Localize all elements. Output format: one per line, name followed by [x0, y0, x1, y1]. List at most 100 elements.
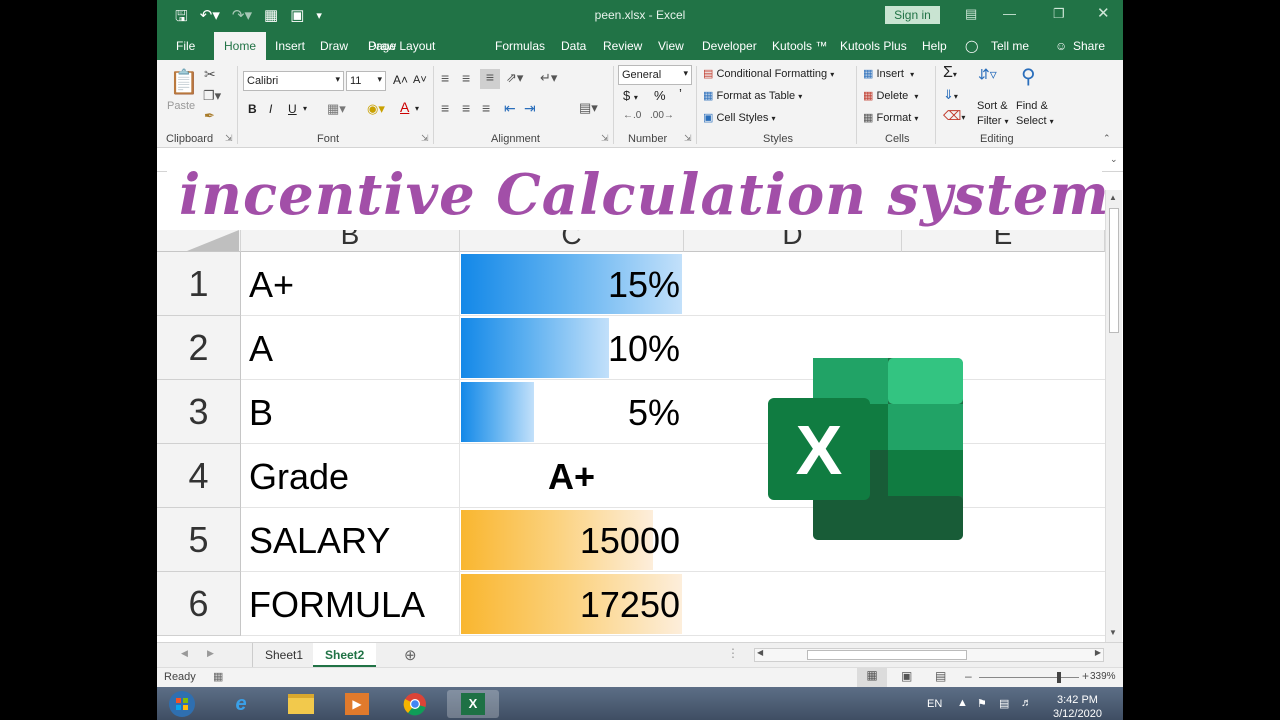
cell-label[interactable]: Grade [249, 456, 349, 498]
alignment-launcher-icon[interactable]: ⇲ [601, 133, 609, 144]
conditional-formatting-button[interactable]: ▤ Conditional Formatting ▾ [703, 67, 834, 80]
grade-result-value[interactable]: A+ [461, 456, 682, 498]
decrease-decimal-icon[interactable]: .00→ [650, 110, 674, 121]
chrome-icon[interactable] [389, 690, 441, 718]
tab-page-layout[interactable]: Page Layout [368, 39, 435, 53]
align-top-icon[interactable]: ≡ [441, 70, 449, 86]
row-header[interactable]: 4 [157, 444, 241, 508]
scroll-down-icon[interactable]: ▼ [1109, 628, 1117, 637]
sort-filter-button[interactable]: Sort & [977, 100, 1008, 112]
chevron-down-icon[interactable]: ▾ [415, 104, 419, 113]
find-select-button[interactable]: Find & [1016, 100, 1048, 112]
media-player-icon[interactable]: ▶ [331, 690, 383, 718]
file-explorer-icon[interactable] [275, 690, 327, 718]
row-header[interactable]: 6 [157, 572, 241, 636]
fill-icon[interactable]: ⇓▾ [943, 87, 958, 103]
row-header[interactable]: 1 [157, 252, 241, 316]
align-left-icon[interactable]: ≡ [441, 100, 449, 116]
sort-filter-icon[interactable]: ⇵▿ [978, 66, 997, 83]
network-icon[interactable]: ▤ [999, 697, 1009, 710]
font-launcher-icon[interactable]: ⇲ [421, 133, 429, 144]
next-sheet-icon[interactable]: ▶ [207, 648, 214, 659]
underline-button[interactable]: U [288, 102, 297, 116]
prev-sheet-icon[interactable]: ◀ [181, 648, 188, 659]
scroll-up-icon[interactable]: ▲ [1109, 193, 1117, 202]
number-format-combo[interactable]: General ▾ [618, 65, 692, 85]
cell-value[interactable]: 5% [461, 392, 680, 434]
volume-icon[interactable]: ♬ [1021, 697, 1032, 709]
sign-in-button[interactable]: Sign in [885, 6, 940, 24]
column-header-c[interactable]: C [460, 230, 684, 252]
shrink-font-icon[interactable]: A˅ [413, 74, 427, 86]
page-break-view-icon[interactable]: ▤ [935, 669, 946, 683]
cell-value[interactable]: 15000 [461, 520, 680, 562]
tab-view[interactable]: View [658, 39, 684, 53]
percent-button[interactable]: % [654, 88, 666, 103]
sheet-tab-sheet1[interactable]: Sheet1 [252, 643, 315, 667]
grow-font-icon[interactable]: A˄ [393, 73, 408, 87]
borders-icon[interactable]: ▦▾ [327, 101, 346, 117]
align-bottom-icon[interactable]: ≡ [480, 69, 500, 89]
tab-review[interactable]: Review [603, 39, 642, 53]
cell-styles-button[interactable]: ▣ Cell Styles ▾ [703, 111, 776, 124]
start-button[interactable] [159, 690, 205, 718]
tell-me-search[interactable]: Tell me [991, 39, 1029, 53]
row-header[interactable]: 5 [157, 508, 241, 572]
more-options-icon[interactable]: ⋮ [727, 646, 739, 660]
font-name-combo[interactable]: Calibri ▾ [243, 71, 344, 91]
wrap-text-icon[interactable]: ↵▾ [540, 70, 557, 86]
internet-explorer-icon[interactable]: e [215, 690, 267, 718]
paste-label[interactable]: Paste [167, 100, 195, 112]
number-launcher-icon[interactable]: ⇲ [684, 133, 692, 144]
tab-insert[interactable]: Insert [275, 39, 305, 53]
page-layout-view-icon[interactable]: ▣ [901, 669, 912, 683]
cell-label[interactable]: B [249, 392, 273, 434]
sort-filter-button-line2[interactable]: Filter ▾ [977, 115, 1009, 127]
row-header[interactable]: 3 [157, 380, 241, 444]
macro-record-icon[interactable]: ▦ [213, 670, 223, 683]
zoom-slider[interactable] [979, 677, 1079, 678]
clipboard-launcher-icon[interactable]: ⇲ [225, 133, 233, 144]
cell-value[interactable]: 15% [461, 264, 680, 306]
increase-indent-icon[interactable]: ⇥ [524, 100, 536, 117]
align-middle-icon[interactable]: ≡ [462, 70, 470, 86]
bold-button[interactable]: B [248, 102, 257, 116]
restore-icon[interactable]: ❐ [1053, 6, 1065, 22]
tab-formulas[interactable]: Formulas [495, 39, 545, 53]
expand-formula-bar-icon[interactable]: ⌄ [1110, 154, 1118, 165]
sheet-tab-sheet2[interactable]: Sheet2 [313, 643, 377, 667]
cell-label[interactable]: FORMULA [249, 584, 425, 626]
comma-button[interactable]: ’ [679, 86, 682, 101]
flag-icon[interactable]: ⚑ [977, 697, 987, 710]
zoom-out-icon[interactable]: – [965, 669, 972, 683]
excel-taskbar-icon[interactable]: X [447, 690, 499, 718]
insert-cells-button[interactable]: ▦ Insert ▾ [863, 67, 914, 80]
minimize-icon[interactable]: — [1003, 6, 1016, 21]
font-color-icon[interactable]: A [400, 99, 409, 115]
font-size-combo[interactable]: 11 ▾ [346, 71, 386, 91]
zoom-slider-thumb[interactable] [1057, 672, 1061, 683]
scroll-left-icon[interactable]: ◀ [757, 648, 763, 657]
clear-icon[interactable]: ⌫▾ [943, 108, 965, 124]
orientation-icon[interactable]: ⇗▾ [506, 70, 523, 86]
horizontal-scrollbar[interactable]: ◀ ▶ [754, 648, 1104, 662]
autosum-icon[interactable]: Σ▾ [943, 64, 957, 82]
cell-label[interactable]: A+ [249, 264, 294, 306]
chevron-down-icon[interactable]: ▾ [303, 104, 307, 113]
copy-icon[interactable]: ❐▾ [203, 88, 221, 104]
add-sheet-icon[interactable]: ⊕ [404, 646, 417, 664]
column-header-e[interactable]: E [902, 230, 1105, 252]
italic-button[interactable]: I [269, 102, 272, 116]
column-header-b[interactable]: B [241, 230, 460, 252]
find-select-button-line2[interactable]: Select ▾ [1016, 115, 1054, 127]
share-button[interactable]: Share [1073, 39, 1105, 53]
cell-label[interactable]: SALARY [249, 520, 390, 562]
close-icon[interactable]: ✕ [1097, 4, 1110, 22]
cell-value[interactable]: 10% [461, 328, 680, 370]
cell-label[interactable]: A [249, 328, 273, 370]
scroll-right-icon[interactable]: ▶ [1095, 648, 1101, 657]
tab-data[interactable]: Data [561, 39, 586, 53]
paste-icon[interactable]: 📋 [169, 68, 199, 97]
align-center-icon[interactable]: ≡ [462, 100, 470, 116]
format-painter-icon[interactable]: ✒ [204, 108, 215, 124]
